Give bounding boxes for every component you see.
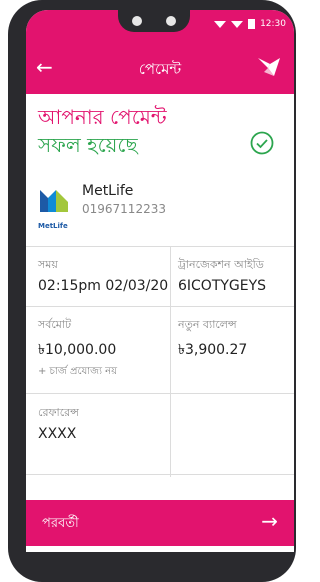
trx-value: 6ICOTYGEYS: [178, 278, 267, 294]
balance-cell: নতুন ব্যালেন্স ৳3,900.27: [178, 316, 247, 362]
metlife-mark-icon: [40, 190, 68, 212]
system-icons: 12:30: [214, 19, 286, 29]
trx-label: ট্রানজেকশন আইডি: [178, 258, 264, 271]
reference-cell: রেফারেন্স XXXX: [38, 404, 79, 442]
divider: [26, 393, 294, 394]
right-arrow-icon: →: [261, 509, 278, 533]
reference-value: XXXX: [38, 426, 77, 442]
balance-label: নতুন ব্যালেন্স: [178, 318, 237, 331]
logo-text: MetLife: [38, 222, 68, 230]
trx-cell: ট্রানজেকশন আইডি 6ICOTYGEYS: [178, 256, 266, 294]
phone-frame: 12:30 ← পেমেন্ট আপনার পেমেন্ট সফল হয়েছে: [8, 0, 296, 582]
time-value: 02:15pm 02/03/20: [38, 278, 169, 294]
wifi-icon: [214, 20, 227, 28]
bird-logo-icon: [258, 58, 280, 76]
divider: [26, 246, 294, 247]
payee-number: 01967112233: [82, 202, 166, 216]
camera-notch: [118, 10, 190, 32]
signal-icon: [231, 20, 244, 28]
page-title: পেমেন্ট: [138, 60, 182, 78]
divider: [26, 306, 294, 307]
total-cell: সর্বমোট ৳10,000.00 + চার্জ প্রযোজ্য নয়: [38, 316, 117, 381]
charge-note: + চার্জ প্রযোজ্য নয়: [38, 366, 118, 377]
total-value: ৳10,000.00: [38, 342, 117, 358]
battery-icon: [248, 19, 256, 29]
metlife-logo: MetLife: [38, 188, 72, 230]
payment-success: আপনার পেমেন্ট সফল হয়েছে: [38, 103, 282, 159]
divider: [26, 474, 294, 475]
balance-value: ৳3,900.27: [178, 342, 248, 358]
payee-info: MetLife MetLife 01967112233: [38, 180, 282, 230]
check-circle-icon: [250, 131, 274, 155]
screen: 12:30 ← পেমেন্ট আপনার পেমেন্ট সফল হয়েছে: [26, 10, 294, 552]
next-label: পরবর্তী: [42, 516, 79, 531]
time-cell: সময় 02:15pm 02/03/20: [38, 256, 168, 294]
sensor-dot: [166, 16, 176, 26]
next-button[interactable]: পরবর্তী →: [26, 500, 294, 546]
camera-dot: [132, 16, 142, 26]
success-line-1: আপনার পেমেন্ট: [38, 105, 167, 129]
column-divider: [170, 246, 171, 477]
reference-label: রেফারেন্স: [38, 406, 79, 419]
payee-name: MetLife: [82, 183, 134, 199]
app-bar: ← পেমেন্ট: [26, 42, 294, 94]
status-time: 12:30: [260, 19, 286, 29]
total-label: সর্বমোট: [38, 318, 72, 331]
time-label: সময়: [38, 258, 58, 271]
success-line-2: সফল হয়েছে: [38, 133, 138, 157]
